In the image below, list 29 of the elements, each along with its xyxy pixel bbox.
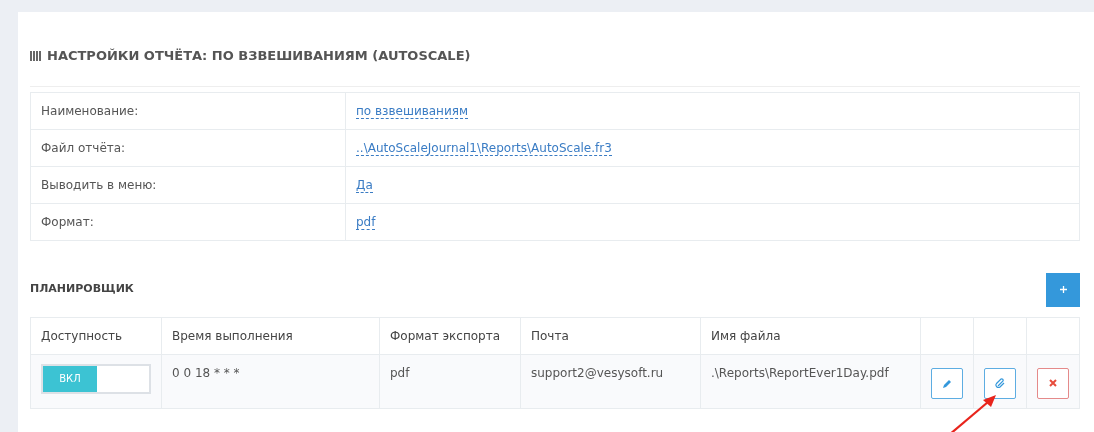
editable-link[interactable]: Да (356, 177, 373, 193)
pencil-icon (942, 378, 952, 388)
editable-link[interactable]: pdf (356, 214, 376, 230)
column-header: Имя файла (711, 328, 781, 343)
add-button[interactable] (1046, 272, 1080, 307)
column-header: Время выполнения (172, 328, 293, 343)
section-title: ПЛАНИРОВЩИК (30, 281, 134, 298)
edit-button[interactable] (931, 367, 963, 399)
page-title: НАСТРОЙКИ ОТЧЁТА: ПО ВЗВЕШИВАНИЯМ (AUTOSCALE) (47, 47, 471, 65)
annotation-arrow (948, 395, 996, 432)
attach-button[interactable] (984, 367, 1016, 399)
field-label: Файл отчёта: (41, 140, 126, 155)
field-label: Наименование: (41, 103, 139, 118)
editable-link[interactable]: ..\AutoScaleJournal1\Reports\AutoScale.fr3 (356, 140, 612, 156)
column-header: Доступность (41, 328, 123, 343)
table-cell: .\Reports\ReportEver1Day.pdf (711, 365, 889, 380)
column-header: Формат экспорта (390, 328, 501, 343)
field-label: Выводить в меню: (41, 177, 157, 192)
field-label: Формат: (41, 214, 94, 229)
delete-button[interactable] (1037, 367, 1069, 399)
close-icon (1048, 378, 1058, 388)
grid-icon (30, 50, 41, 61)
table-cell: support2@vesysoft.ru (531, 365, 664, 380)
paperclip-icon (995, 378, 1005, 388)
table-cell: pdf (390, 365, 410, 380)
column-header: Почта (531, 328, 569, 343)
editable-link[interactable]: по взвешиваниям (356, 103, 469, 119)
table-cell: 0 0 18 * * * (172, 365, 240, 380)
plus-icon (1059, 286, 1067, 293)
